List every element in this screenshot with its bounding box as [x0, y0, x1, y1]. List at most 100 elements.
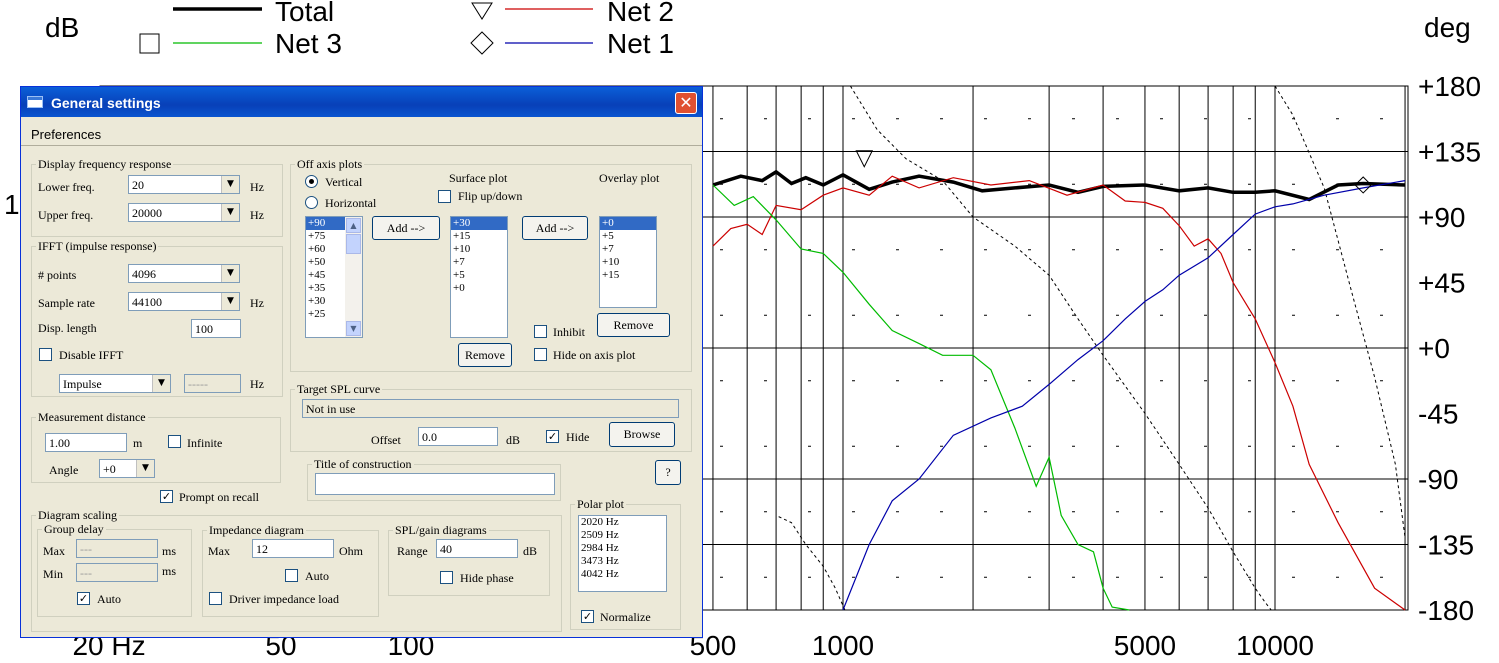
gd-max-input[interactable]: ---: [76, 539, 158, 558]
normalize-checkbox[interactable]: ✓: [581, 610, 594, 623]
overlay-remove-button[interactable]: Remove: [597, 313, 670, 337]
angle-list-item[interactable]: +35: [306, 282, 345, 295]
hide-on-axis-checkbox[interactable]: [534, 348, 547, 361]
polar-list-item[interactable]: 2020 Hz: [579, 516, 666, 529]
prompt-recall-checkbox[interactable]: ✓: [160, 490, 173, 503]
disable-ifft-label: Disable IFFT: [59, 348, 124, 362]
infinite-checkbox[interactable]: [168, 435, 181, 448]
chevron-down-icon[interactable]: ▼: [152, 375, 170, 392]
legend-net1-diamond-icon: [470, 31, 494, 55]
close-button[interactable]: ✕: [675, 92, 697, 114]
measurement-distance-legend: Measurement distance: [38, 410, 146, 424]
points-combo[interactable]: 4096 ▼: [128, 264, 240, 283]
angle-list-item[interactable]: +25: [306, 308, 345, 321]
surface-list-item[interactable]: +30: [451, 217, 507, 230]
surface-list-item[interactable]: +5: [451, 269, 507, 282]
angle-list-item[interactable]: +50: [306, 256, 345, 269]
angle-list-item[interactable]: +60: [306, 243, 345, 256]
left-axis-tick: 1: [4, 189, 20, 220]
angle-list-items: +90 +75 +60 +50 +45 +35 +30 +25: [306, 217, 345, 321]
polar-list-item[interactable]: 2509 Hz: [579, 529, 666, 542]
disable-ifft-checkbox[interactable]: [39, 348, 52, 361]
impulse-type-combo[interactable]: Impulse ▼: [59, 374, 171, 393]
series-line-net-3: [712, 184, 1130, 611]
angle-list[interactable]: +90 +75 +60 +50 +45 +35 +30 +25 ▲ ▼: [305, 216, 363, 338]
angle-list-scrollbar[interactable]: ▲ ▼: [345, 217, 362, 337]
gd-auto-checkbox[interactable]: ✓: [77, 592, 90, 605]
flip-checkbox[interactable]: [438, 190, 451, 203]
polar-list[interactable]: 2020 Hz 2509 Hz 2984 Hz 3473 Hz 4042 Hz: [578, 515, 667, 592]
group-delay-legend: Group delay: [44, 522, 104, 536]
overlay-list-item[interactable]: +5: [600, 230, 656, 243]
offset-label: Offset: [371, 433, 401, 447]
sample-rate-combo[interactable]: 44100 ▼: [128, 292, 240, 311]
overlay-list-item[interactable]: +10: [600, 256, 656, 269]
lower-freq-unit: Hz: [250, 180, 264, 194]
chevron-down-icon[interactable]: ▼: [136, 460, 154, 477]
disp-length-input[interactable]: 100: [191, 319, 241, 338]
driver-impedance-checkbox[interactable]: [209, 592, 222, 605]
hide-phase-checkbox[interactable]: [440, 571, 453, 584]
add-to-surface-button[interactable]: Add -->: [372, 216, 440, 240]
phase-dashed-line: [1274, 85, 1406, 538]
range-input[interactable]: 40: [436, 539, 518, 558]
polar-list-item[interactable]: 2984 Hz: [579, 542, 666, 555]
lower-freq-combo[interactable]: 20 ▼: [128, 175, 240, 194]
chevron-down-icon[interactable]: ▼: [221, 204, 239, 221]
imp-auto-checkbox[interactable]: [285, 569, 298, 582]
overlay-list-item[interactable]: +0: [600, 217, 656, 230]
construction-input[interactable]: [315, 473, 555, 495]
gd-max-unit: ms: [162, 544, 177, 558]
overlay-list-item[interactable]: +7: [600, 243, 656, 256]
scroll-down-icon[interactable]: ▼: [346, 321, 361, 336]
surface-remove-button[interactable]: Remove: [458, 343, 512, 367]
gd-min-unit: ms: [162, 564, 177, 578]
range-unit: dB: [523, 544, 538, 558]
chevron-down-icon[interactable]: ▼: [221, 293, 239, 310]
polar-plot-legend: Polar plot: [577, 497, 624, 511]
surface-list-item[interactable]: +15: [451, 230, 507, 243]
angle-list-item[interactable]: +75: [306, 230, 345, 243]
general-settings-dialog: General settings ✕ Preferences Display f…: [20, 86, 703, 638]
impulse-extra-input[interactable]: -----: [184, 374, 241, 393]
gd-min-input[interactable]: ---: [76, 563, 158, 582]
diagram-scaling-legend: Diagram scaling: [38, 508, 117, 522]
chevron-down-icon[interactable]: ▼: [221, 265, 239, 282]
inhibit-checkbox[interactable]: [534, 325, 547, 338]
offset-input[interactable]: 0.0: [418, 427, 498, 446]
overlay-list[interactable]: +0 +5 +7 +10 +15: [599, 216, 657, 308]
horizontal-label: Horizontal: [325, 196, 377, 210]
angle-list-item[interactable]: +45: [306, 269, 345, 282]
surface-list[interactable]: +30 +15 +10 +7 +5 +0: [450, 216, 508, 338]
imp-max-input[interactable]: 12: [252, 539, 334, 558]
menu-preferences[interactable]: Preferences: [31, 127, 101, 142]
flip-label: Flip up/down: [458, 189, 523, 203]
surface-list-item[interactable]: +0: [451, 282, 507, 295]
surface-list-item[interactable]: +7: [451, 256, 507, 269]
scroll-up-icon[interactable]: ▲: [346, 218, 361, 233]
angle-value: +0: [103, 462, 116, 476]
chevron-down-icon[interactable]: ▼: [221, 176, 239, 193]
angle-list-item[interactable]: +90: [306, 217, 345, 230]
vertical-radio[interactable]: [305, 175, 318, 188]
sample-rate-value: 44100: [132, 295, 162, 309]
distance-unit: m: [133, 436, 143, 450]
scroll-thumb[interactable]: [346, 234, 361, 254]
hide-target-checkbox[interactable]: ✓: [546, 430, 559, 443]
overlay-list-item[interactable]: +15: [600, 269, 656, 282]
legend-net1: Net 1: [607, 28, 674, 59]
angle-combo[interactable]: +0 ▼: [99, 459, 155, 478]
angle-list-item[interactable]: +30: [306, 295, 345, 308]
upper-freq-combo[interactable]: 20000 ▼: [128, 203, 240, 222]
browse-button[interactable]: Browse: [609, 422, 675, 447]
surface-list-item[interactable]: +10: [451, 243, 507, 256]
distance-input[interactable]: 1.00: [45, 433, 127, 452]
target-spl-input[interactable]: Not in use: [302, 399, 679, 418]
horizontal-radio[interactable]: [305, 196, 318, 209]
help-button[interactable]: ?: [655, 460, 681, 485]
add-to-overlay-button[interactable]: Add -->: [522, 216, 588, 240]
polar-list-item[interactable]: 4042 Hz: [579, 568, 666, 581]
hide-phase-label: Hide phase: [460, 571, 514, 585]
dialog-titlebar[interactable]: General settings ✕: [21, 87, 702, 117]
polar-list-item[interactable]: 3473 Hz: [579, 555, 666, 568]
